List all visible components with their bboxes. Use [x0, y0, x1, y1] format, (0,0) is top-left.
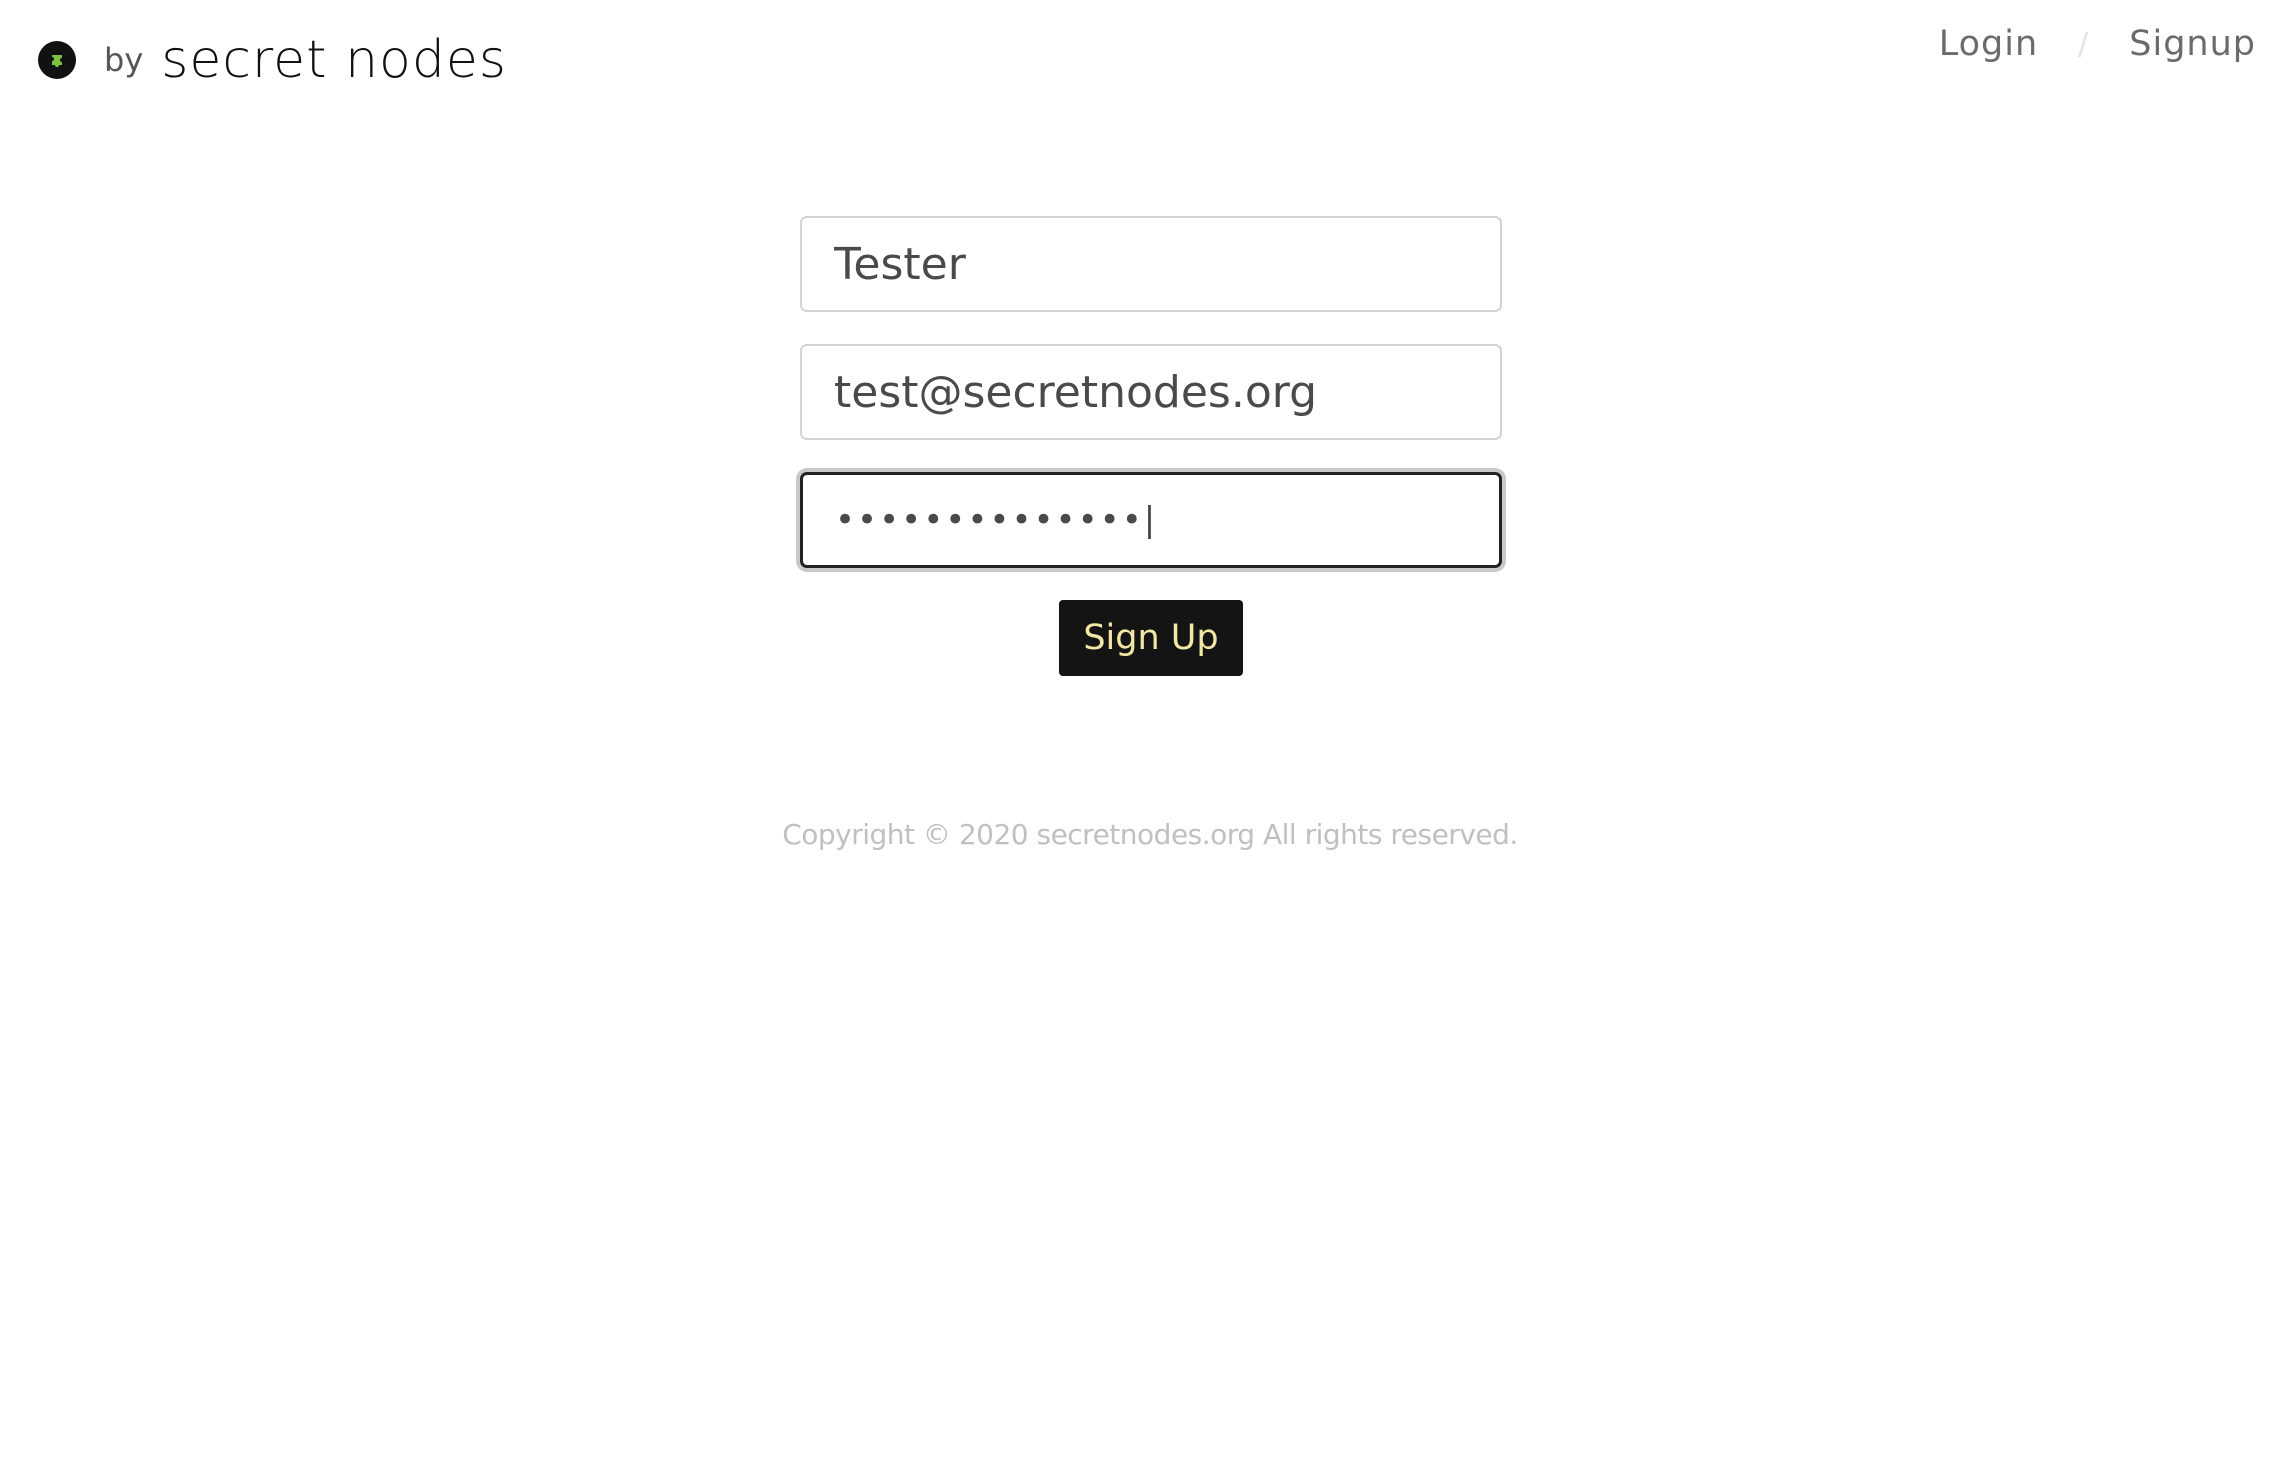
nav-separator: /	[2078, 26, 2090, 62]
brand-logo-text: secret nodes	[161, 30, 507, 90]
signup-link[interactable]: Signup	[2129, 24, 2256, 64]
top-nav: Login / Signup	[1939, 24, 2256, 64]
email-field[interactable]	[800, 344, 1502, 440]
signup-form: Sign Up	[800, 216, 1502, 676]
copyright-text: Copyright © 2020 secretnodes.org All rig…	[782, 818, 1518, 851]
brand[interactable]: by secret nodes	[38, 30, 507, 90]
password-field[interactable]	[800, 472, 1502, 568]
login-link[interactable]: Login	[1939, 24, 2038, 64]
sign-up-button[interactable]: Sign Up	[1059, 600, 1243, 676]
puzzle-icon	[38, 41, 76, 79]
signup-page: by secret nodes Login / Signup Sign Up C…	[0, 0, 2294, 1468]
name-field[interactable]	[800, 216, 1502, 312]
brand-by-label: by	[104, 41, 144, 79]
button-row: Sign Up	[800, 600, 1502, 676]
